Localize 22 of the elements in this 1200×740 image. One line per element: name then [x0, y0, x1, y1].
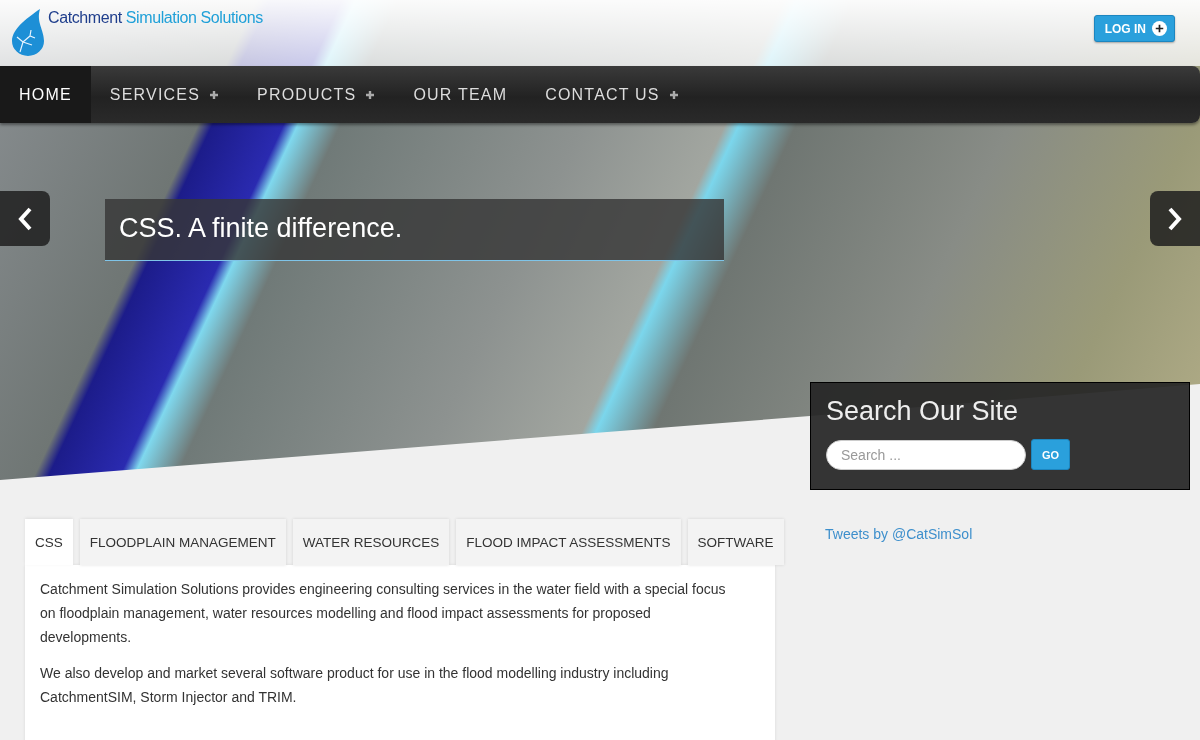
tab[interactable]: WATER RESOURCES [292, 519, 450, 565]
tab[interactable]: SOFTWARE [687, 519, 784, 565]
paragraph: Catchment Simulation Solutions provides engineering consulting services in the water field with a special focus on floodplain management, water resources modelling and flood impact assessments for proposed developments. [40, 580, 727, 647]
chevron-left-icon [17, 205, 33, 232]
nav-item[interactable]: PRODUCTS [238, 66, 395, 123]
chevron-right-icon [1167, 205, 1183, 232]
slide-caption: CSS. A finite difference. [105, 199, 724, 261]
paragraph: We also develop and market several software product for use in the flood modelling industry including CatchmentSIM, Storm Injector and TRIM. [40, 664, 670, 707]
tab[interactable]: CSS [25, 519, 73, 565]
search-heading: Search Our Site [826, 396, 1020, 427]
nav-item[interactable]: SERVICES [90, 66, 239, 123]
tab[interactable]: FLOOD IMPACT ASSESSMENTS [456, 519, 681, 565]
next-slide-button[interactable] [1150, 191, 1200, 246]
nav-item[interactable]: CONTACT US [526, 66, 698, 123]
previous-slide-button[interactable] [0, 191, 50, 246]
tab[interactable]: FLOODPLAIN MANAGEMENT [79, 519, 286, 565]
water-drop-logo-icon [10, 8, 46, 56]
logo-text[interactable]: Catchment Simulation Solutions [48, 9, 263, 27]
nav-item[interactable]: HOME [0, 66, 91, 123]
nav-item[interactable]: OUR TEAM [394, 66, 527, 123]
search-field[interactable]: Search ... [826, 439, 1026, 470]
plus-circle-icon [1152, 21, 1167, 36]
